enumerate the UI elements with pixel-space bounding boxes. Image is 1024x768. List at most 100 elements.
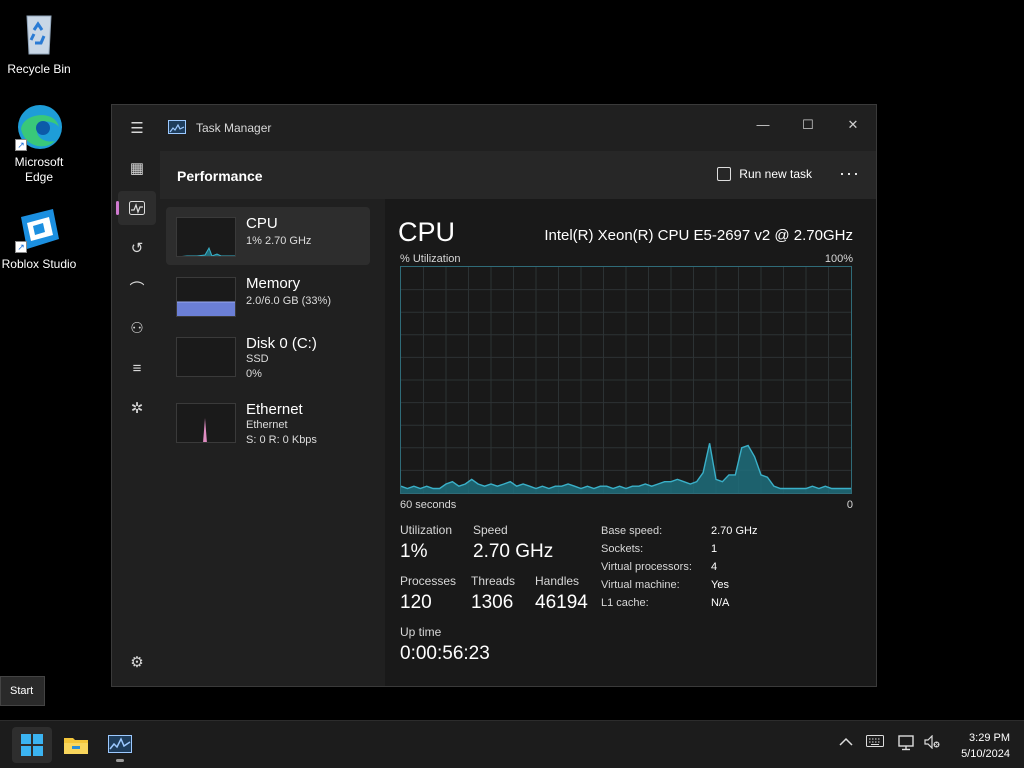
window-title: Task Manager [196, 121, 272, 135]
cpu-thumbnail-graph [176, 217, 236, 257]
chevron-up-icon [839, 737, 853, 746]
maximize-button[interactable]: ☐ [793, 111, 823, 139]
processes-icon[interactable]: ▦ [118, 151, 156, 185]
resource-subtext: SSD [246, 353, 269, 365]
desktop-icon-label: Roblox Studio [1, 257, 77, 271]
users-icon[interactable]: ⚇ [118, 311, 156, 345]
network-icon[interactable] [898, 735, 916, 754]
volume-muted-icon[interactable] [924, 734, 940, 752]
desktop-icon-microsoft-edge[interactable]: ↗ Microsoft Edge [1, 103, 77, 185]
run-new-task-icon [717, 167, 732, 181]
close-button[interactable]: ✕ [838, 111, 868, 139]
start-button[interactable] [12, 727, 52, 763]
utilization-value: 1% [400, 541, 428, 562]
edge-icon: ↗ [15, 103, 63, 151]
minimize-button[interactable]: — [748, 111, 778, 139]
clock-time: 3:29 PM [969, 732, 1010, 744]
task-manager-app-icon [168, 120, 186, 134]
run-new-task-label: Run new task [739, 167, 812, 181]
virtual-machine-value: Yes [711, 579, 729, 591]
resource-item-ethernet[interactable]: Ethernet Ethernet S: 0 R: 0 Kbps [166, 393, 370, 451]
desktop-icon-label: Recycle Bin [7, 62, 71, 76]
virtual-processors-label: Virtual processors: [601, 561, 692, 573]
nav-rail: ☰ ▦ ↺ ⌒ ⚇ ≡ ✲ ⚙ [112, 105, 160, 686]
resource-item-disk[interactable]: Disk 0 (C:) SSD 0% [166, 327, 370, 385]
task-manager-taskbar-button[interactable] [100, 727, 140, 763]
services-icon[interactable]: ✲ [118, 391, 156, 425]
cpu-detail-pane: CPU Intel(R) Xeon(R) CPU E5-2697 v2 @ 2.… [385, 199, 876, 686]
cpu-graph-svg [400, 267, 851, 493]
resource-subtext-2: S: 0 R: 0 Kbps [246, 434, 317, 446]
handles-value: 46194 [535, 592, 588, 613]
resource-subtext: 1% 2.70 GHz [246, 235, 312, 247]
roblox-studio-icon: ↗ [15, 205, 63, 253]
desktop-icon-roblox-studio[interactable]: ↗ Roblox Studio [1, 205, 77, 272]
desktop-icon-recycle-bin[interactable]: Recycle Bin [1, 10, 77, 77]
windows-logo-icon [21, 734, 43, 756]
resource-subtext: 2.0/6.0 GB (33%) [246, 295, 331, 307]
uptime-value: 0:00:56:23 [400, 643, 490, 664]
memory-thumbnail-graph [176, 277, 236, 317]
folder-icon [64, 738, 88, 754]
show-hidden-icons-button[interactable] [839, 735, 853, 750]
graph-min-label: 0 [846, 499, 853, 511]
sockets-label: Sockets: [601, 543, 644, 555]
details-icon[interactable]: ≡ [118, 351, 156, 385]
system-clock[interactable]: 3:29 PM 5/10/2024 [961, 730, 1010, 762]
l1-cache-value: N/A [711, 597, 730, 609]
threads-value: 1306 [471, 592, 514, 613]
uptime-label: Up time [400, 625, 442, 639]
virtual-processors-value: 4 [711, 561, 718, 573]
shortcut-arrow-icon: ↗ [15, 139, 27, 151]
start-tooltip: Start [0, 676, 45, 706]
graph-span-label: 60 seconds [400, 499, 457, 511]
graph-max-label: 100% [824, 253, 853, 265]
speed-label: Speed [473, 523, 508, 537]
l1-cache-label: L1 cache: [601, 597, 649, 609]
desktop-icon-label: Microsoft Edge [14, 155, 64, 184]
resource-item-memory[interactable]: Memory 2.0/6.0 GB (33%) [166, 267, 370, 325]
speed-value: 2.70 GHz [473, 541, 554, 562]
recycle-bin-icon [15, 10, 63, 58]
base-speed-value: 2.70 GHz [711, 525, 758, 537]
virtual-machine-label: Virtual machine: [601, 579, 680, 591]
graph-y-label: % Utilization [400, 253, 461, 265]
cpu-heading: CPU [398, 217, 456, 247]
threads-label: Threads [471, 574, 516, 588]
more-options-button[interactable]: ··· [839, 163, 860, 184]
resource-name: CPU [246, 215, 278, 232]
title-bar[interactable]: Task Manager — ☐ ✕ [112, 105, 876, 149]
settings-icon[interactable]: ⚙ [118, 645, 156, 679]
base-speed-label: Base speed: [601, 525, 663, 537]
clock-date: 5/10/2024 [961, 748, 1010, 760]
processes-value: 120 [400, 592, 432, 613]
resource-item-cpu[interactable]: CPU 1% 2.70 GHz [166, 207, 370, 265]
disk-thumbnail-graph [176, 337, 236, 377]
shortcut-arrow-icon: ↗ [15, 241, 27, 253]
app-history-icon[interactable]: ↺ [118, 231, 156, 265]
task-manager-window: Task Manager — ☐ ✕ ☰ ▦ ↺ ⌒ ⚇ ≡ ✲ ⚙ Perfo… [111, 104, 877, 687]
handles-label: Handles [535, 574, 580, 588]
performance-icon[interactable] [116, 191, 156, 225]
task-manager-icon [108, 735, 132, 753]
resource-subtext: Ethernet [246, 419, 288, 431]
resource-name: Disk 0 (C:) [246, 335, 317, 352]
hamburger-menu-icon[interactable]: ☰ [118, 111, 156, 145]
utilization-label: Utilization [400, 523, 453, 537]
running-indicator [116, 759, 124, 762]
ethernet-thumbnail-graph [176, 403, 236, 443]
sockets-value: 1 [711, 543, 718, 555]
cpu-model-name: Intel(R) Xeon(R) CPU E5-2697 v2 @ 2.70GH… [544, 227, 853, 244]
resource-name: Ethernet [246, 401, 303, 418]
processes-label: Processes [400, 574, 457, 588]
startup-apps-icon[interactable]: ⌒ [118, 271, 156, 305]
run-new-task-button[interactable]: Run new task [717, 167, 812, 181]
file-explorer-button[interactable] [56, 727, 96, 763]
resource-name: Memory [246, 275, 301, 292]
keyboard-icon[interactable] [866, 735, 884, 750]
page-title: Performance [177, 168, 263, 184]
resource-subtext-2: 0% [246, 368, 262, 380]
page-header: Performance Run new task ··· [160, 151, 876, 199]
cpu-utilization-graph [400, 266, 852, 494]
resource-list: CPU 1% 2.70 GHz Memory 2.0/6.0 GB (33%) … [160, 199, 385, 686]
